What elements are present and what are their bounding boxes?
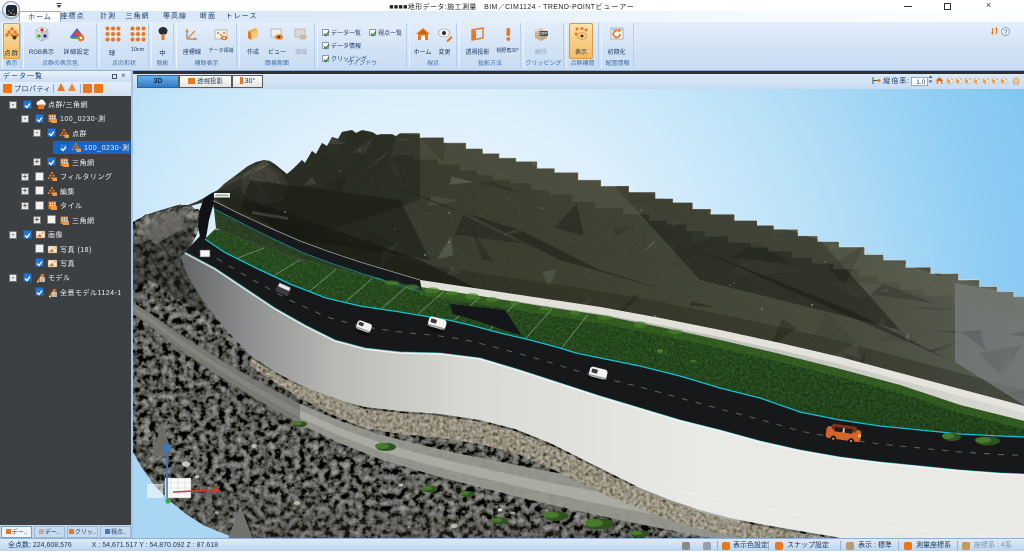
svg-text:?: ?	[1004, 29, 1008, 36]
svg-text:OFF: OFF	[539, 31, 548, 36]
